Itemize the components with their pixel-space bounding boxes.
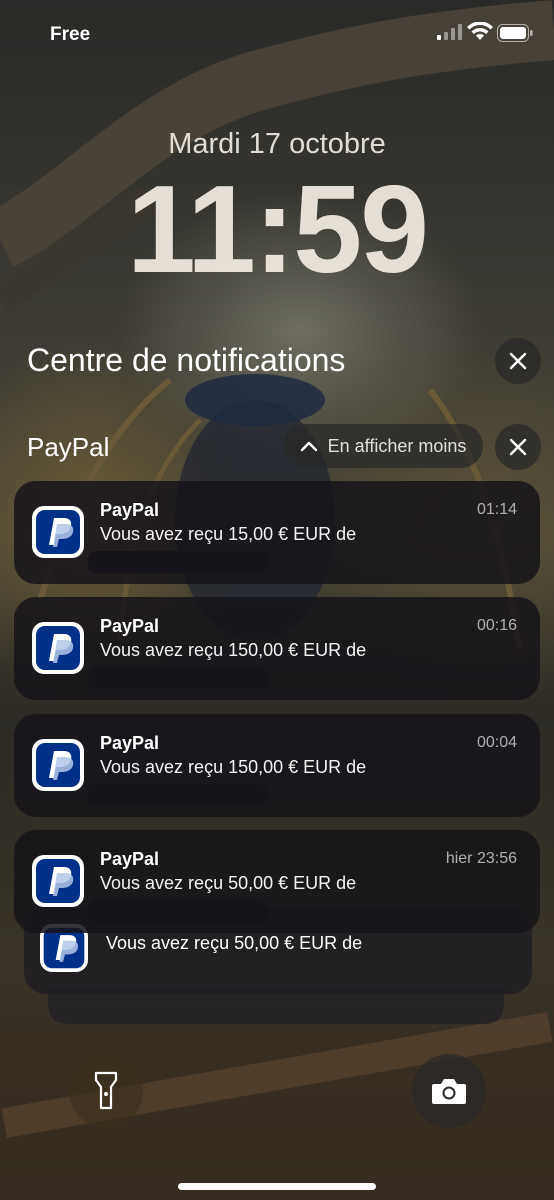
- carrier-label: Free: [50, 24, 91, 45]
- notification-time: 00:04: [476, 734, 517, 751]
- show-less-label: En afficher moins: [327, 435, 467, 456]
- notification-time: 00:16: [476, 617, 517, 634]
- home-indicator[interactable]: [178, 1183, 376, 1190]
- notification-app-name: PayPal: [100, 733, 160, 753]
- notification-message: Vous avez reçu 15,00 € EUR de: [100, 524, 357, 544]
- redaction-block: [88, 784, 268, 806]
- notification-message: Vous avez reçu 50,00 € EUR de: [106, 933, 363, 953]
- notification-app-name: PayPal: [100, 616, 160, 636]
- notification-card[interactable]: PayPal Vous avez reçu 150,00 € EUR de 00…: [14, 597, 540, 700]
- redaction-block: [88, 667, 268, 689]
- notification-center-title: Centre de notifications: [27, 342, 346, 378]
- stacked-notification-shadow: [48, 990, 504, 1024]
- redaction-block: [88, 551, 268, 573]
- cellular-signal-icon: [437, 24, 462, 40]
- lockscreen-date: Mardi 17 octobre: [168, 128, 386, 160]
- group-app-label: PayPal: [27, 432, 110, 462]
- clear-all-button[interactable]: [495, 338, 541, 384]
- close-icon: [509, 352, 527, 370]
- lockscreen-clock: 11:59: [126, 161, 429, 299]
- notification-time: 01:14: [476, 501, 517, 518]
- status-bar: Free: [0, 0, 554, 70]
- close-icon: [509, 438, 527, 456]
- camera-icon: [432, 1079, 466, 1104]
- paypal-app-icon: [32, 739, 84, 791]
- wifi-icon: [467, 22, 493, 40]
- camera-button[interactable]: [412, 1054, 486, 1128]
- redaction-block: [88, 900, 268, 922]
- battery-icon: [497, 24, 533, 42]
- flashlight-button[interactable]: [69, 1054, 143, 1128]
- paypal-app-icon: [32, 622, 84, 674]
- show-less-button[interactable]: En afficher moins: [283, 424, 483, 468]
- chevron-up-icon: [300, 441, 317, 452]
- notification-message: Vous avez reçu 50,00 € EUR de: [100, 873, 357, 893]
- notification-time: hier 23:56: [445, 850, 517, 867]
- clear-group-button[interactable]: [495, 424, 541, 470]
- notification-card[interactable]: PayPal Vous avez reçu 150,00 € EUR de 00…: [14, 714, 540, 817]
- notification-card[interactable]: PayPal Vous avez reçu 15,00 € EUR de 01:…: [14, 481, 540, 584]
- notification-message: Vous avez reçu 150,00 € EUR de: [100, 640, 367, 660]
- paypal-app-icon: [32, 855, 84, 907]
- notification-card[interactable]: PayPal Vous avez reçu 50,00 € EUR de hie…: [14, 830, 540, 933]
- flashlight-icon: [94, 1071, 118, 1110]
- notification-message: Vous avez reçu 150,00 € EUR de: [100, 757, 367, 777]
- paypal-app-icon: [32, 506, 84, 558]
- notification-app-name: PayPal: [100, 849, 160, 869]
- notification-app-name: PayPal: [100, 500, 160, 520]
